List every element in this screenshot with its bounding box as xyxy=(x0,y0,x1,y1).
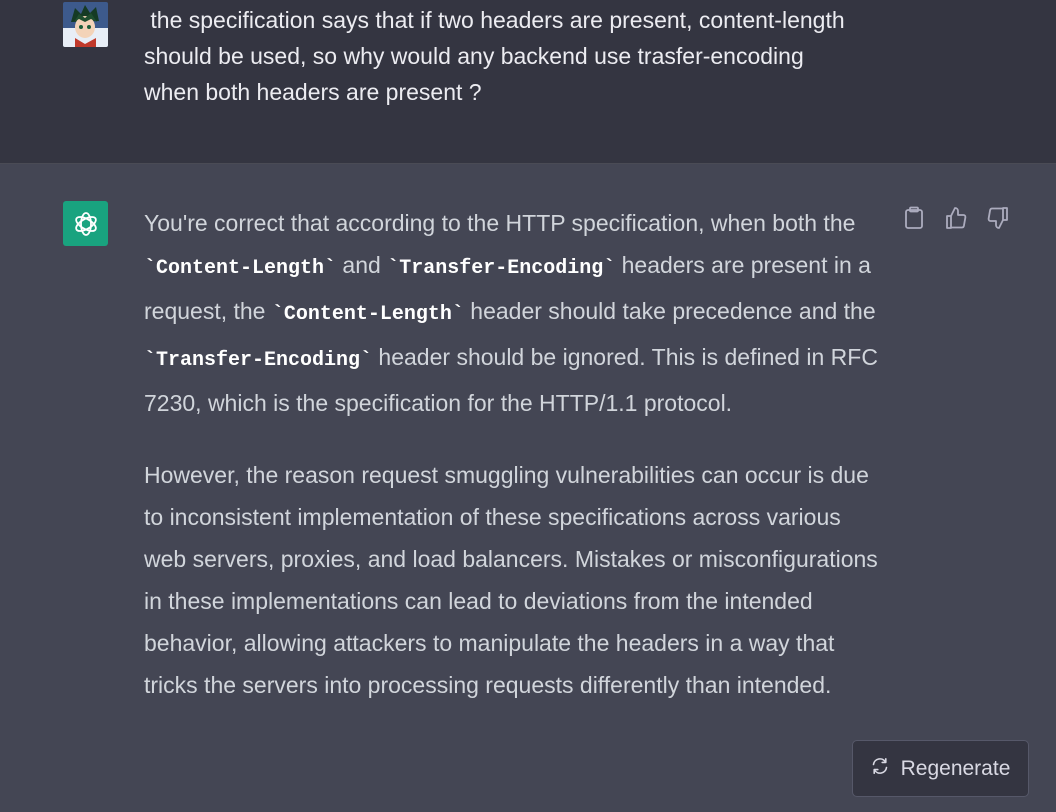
message-actions xyxy=(902,206,1010,230)
user-message-row: the specification says that if two heade… xyxy=(0,0,1056,164)
thumbs-down-icon[interactable] xyxy=(986,206,1010,230)
answer-text: You're correct that according to the HTT… xyxy=(144,210,856,236)
answer-paragraph-2: However, the reason request smuggling vu… xyxy=(144,462,878,698)
thumbs-up-icon[interactable] xyxy=(944,206,968,230)
chatgpt-logo-icon xyxy=(63,201,108,246)
inline-code: `Transfer-Encoding` xyxy=(387,257,616,280)
answer-text: and xyxy=(336,252,388,278)
inline-code: `Content-Length` xyxy=(144,257,337,280)
clipboard-icon[interactable] xyxy=(902,206,926,230)
inline-code: `Transfer-Encoding` xyxy=(144,349,373,372)
assistant-message-text: You're correct that according to the HTT… xyxy=(144,202,882,706)
regenerate-button[interactable]: Regenerate xyxy=(852,740,1029,797)
assistant-message-row: You're correct that according to the HTT… xyxy=(0,164,1056,812)
answer-text: header should take precedence and the xyxy=(463,298,876,324)
inline-code: `Content-Length` xyxy=(271,303,464,326)
answer-paragraph-1: You're correct that according to the HTT… xyxy=(144,202,882,424)
user-message-text: the specification says that if two heade… xyxy=(144,7,845,105)
user-avatar xyxy=(63,2,108,47)
refresh-icon xyxy=(871,757,889,781)
regenerate-label: Regenerate xyxy=(900,756,1011,780)
